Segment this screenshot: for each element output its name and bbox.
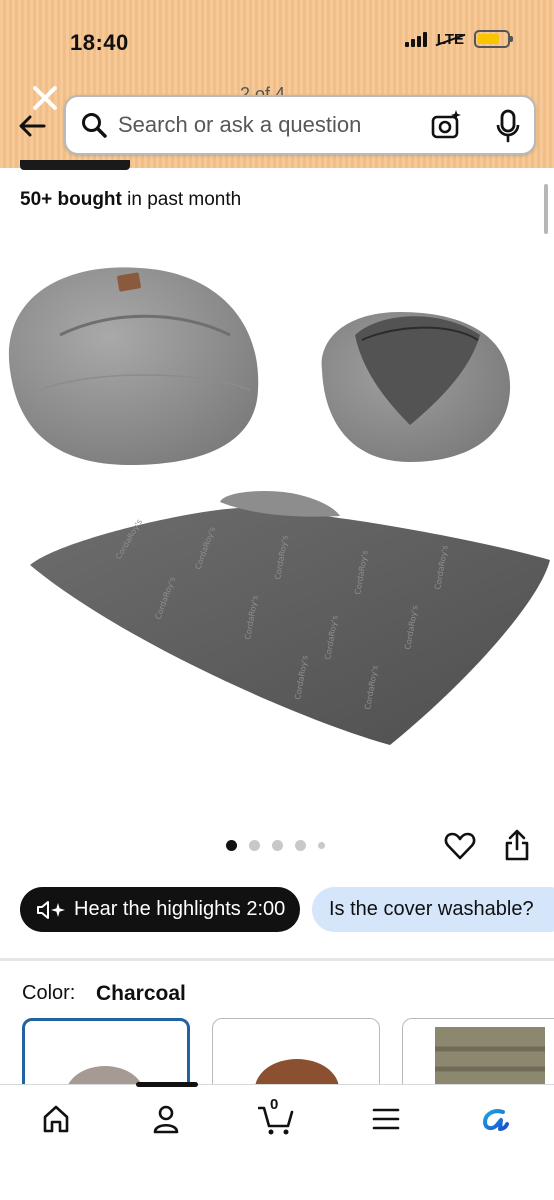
menu-tab[interactable] bbox=[366, 1099, 406, 1139]
account-tab[interactable] bbox=[146, 1099, 186, 1139]
section-divider bbox=[0, 958, 554, 961]
search-icon bbox=[82, 113, 107, 138]
mic-icon[interactable] bbox=[496, 109, 520, 143]
hear-highlights-button[interactable]: Hear the highlights 2:00 bbox=[20, 887, 300, 932]
active-tab-indicator bbox=[136, 1082, 198, 1087]
bottom-nav: 0 bbox=[0, 1082, 554, 1200]
speaker-sparkle-icon bbox=[37, 900, 65, 919]
share-icon[interactable] bbox=[504, 828, 530, 862]
product-image[interactable]: CordaRoy's CordaRoy's CordaRoy's CordaRo… bbox=[0, 240, 554, 820]
cart-count: 0 bbox=[270, 1096, 279, 1113]
hear-highlights-label: Hear the highlights 2:00 bbox=[74, 898, 286, 920]
rufus-icon bbox=[483, 1109, 509, 1131]
heart-icon[interactable] bbox=[444, 830, 476, 862]
rufus-tab[interactable] bbox=[476, 1099, 516, 1139]
search-bar[interactable] bbox=[64, 95, 536, 155]
color-value: Charcoal bbox=[96, 982, 186, 1005]
carousel-dot[interactable] bbox=[295, 840, 306, 851]
image-carousel-dots[interactable] bbox=[226, 840, 325, 851]
home-icon bbox=[43, 1105, 69, 1133]
carousel-dot[interactable] bbox=[226, 840, 237, 851]
carousel-dot[interactable] bbox=[272, 840, 283, 851]
carousel-dot[interactable] bbox=[249, 840, 260, 851]
status-icons: LTE bbox=[404, 30, 513, 48]
header-bar: 18:40 LTE 2 of 4 bbox=[0, 0, 554, 168]
cart-tab[interactable]: 0 bbox=[256, 1096, 296, 1139]
close-icon[interactable] bbox=[30, 82, 60, 112]
carousel-dot[interactable] bbox=[318, 842, 325, 849]
home-tab[interactable] bbox=[36, 1099, 76, 1139]
suggested-question-chip[interactable]: Is the cover washable? bbox=[312, 887, 554, 932]
camera-search-icon[interactable] bbox=[430, 109, 462, 141]
battery-icon bbox=[474, 30, 513, 48]
back-arrow-icon[interactable] bbox=[16, 110, 48, 142]
bought-in-past-month: 50+ bought in past month bbox=[20, 189, 242, 210]
network-type: LTE bbox=[436, 30, 464, 48]
scrollbar[interactable] bbox=[544, 184, 548, 234]
account-icon bbox=[153, 1105, 179, 1134]
color-label: Color: bbox=[22, 982, 76, 1004]
search-input[interactable] bbox=[118, 105, 418, 145]
signal-icon bbox=[404, 31, 427, 47]
tab-indicator bbox=[20, 160, 130, 170]
menu-icon bbox=[372, 1108, 400, 1130]
status-time: 18:40 bbox=[70, 30, 129, 55]
